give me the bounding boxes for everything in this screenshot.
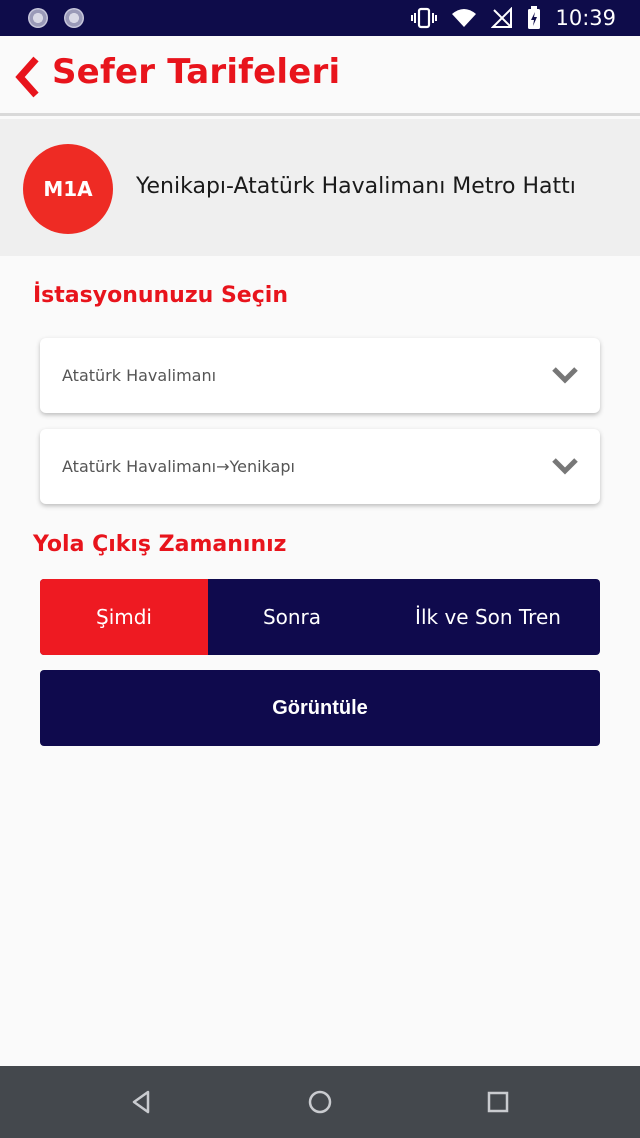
station-select[interactable]: Atatürk Havalimanı xyxy=(40,338,600,413)
status-time: 10:39 xyxy=(555,6,616,30)
station-section-title: İstasyonunuzu Seçin xyxy=(33,283,288,308)
nav-home-icon[interactable] xyxy=(306,1088,334,1116)
no-signal-icon xyxy=(491,7,513,28)
nav-recents-icon[interactable] xyxy=(484,1088,512,1116)
app-bar: Sefer Tarifeleri xyxy=(0,36,640,116)
direction-select[interactable]: Atatürk Havalimanı→Yenikapı xyxy=(40,429,600,504)
wifi-icon xyxy=(452,9,477,27)
option-now[interactable]: Şimdi xyxy=(40,579,208,655)
page-title: Sefer Tarifeleri xyxy=(52,52,341,92)
line-name: Yenikapı-Atatürk Havalimanı Metro Hattı xyxy=(136,174,576,199)
system-nav-bar xyxy=(0,1066,640,1138)
chevron-down-icon xyxy=(552,367,578,384)
option-later[interactable]: Sonra xyxy=(208,579,376,655)
departure-time-segmented-control: Şimdi Sonra İlk ve Son Tren xyxy=(40,579,600,655)
back-chevron-icon[interactable] xyxy=(12,56,42,98)
direction-select-value: Atatürk Havalimanı→Yenikapı xyxy=(62,457,295,476)
station-select-value: Atatürk Havalimanı xyxy=(62,366,217,385)
status-icons: 10:39 xyxy=(411,0,616,36)
departure-section-title: Yola Çıkış Zamanınız xyxy=(33,532,287,557)
notification-icon xyxy=(28,8,48,28)
vibrate-icon xyxy=(411,7,438,29)
chevron-down-icon xyxy=(552,458,578,475)
battery-charging-icon xyxy=(528,6,541,29)
status-bar: 10:39 xyxy=(0,0,640,36)
notification-icon xyxy=(64,8,84,28)
nav-back-icon[interactable] xyxy=(128,1088,156,1116)
view-button[interactable]: Görüntüle xyxy=(40,670,600,746)
line-code-badge: M1A xyxy=(23,144,113,234)
option-first-last-train[interactable]: İlk ve Son Tren xyxy=(376,579,600,655)
